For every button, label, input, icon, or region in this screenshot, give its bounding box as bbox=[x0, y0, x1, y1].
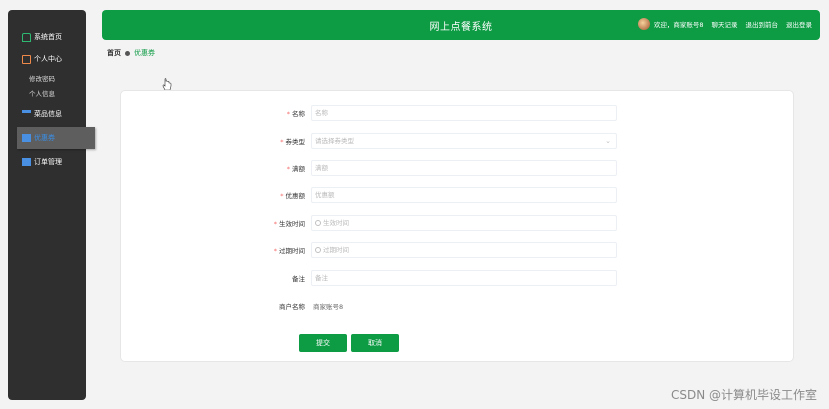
chat-records-link[interactable]: 聊天记录 bbox=[712, 19, 738, 29]
select-placeholder: 请选择券类型 bbox=[315, 137, 354, 145]
exit-to-front-link[interactable]: 退出到前台 bbox=[746, 19, 779, 29]
coupon-type-select[interactable]: 请选择券类型 ⌄ bbox=[311, 133, 617, 149]
clock-icon bbox=[315, 220, 321, 226]
clock-icon bbox=[315, 247, 321, 253]
sidebar-item-personal-center[interactable]: 个人中心 bbox=[8, 48, 86, 70]
form-row-discount: * 优惠额 优惠额 bbox=[121, 187, 793, 203]
sidebar: 系统首页 个人中心 修改密码 个人信息 菜品信息 优惠券 订单管理 bbox=[8, 10, 95, 400]
submit-button[interactable]: 提交 bbox=[299, 334, 347, 352]
form-label: 商户名称 bbox=[279, 303, 305, 311]
sidebar-subitem-personal-info[interactable]: 个人信息 bbox=[8, 85, 86, 100]
form-label: * 券类型 bbox=[280, 138, 305, 146]
form-label: * 优惠额 bbox=[280, 192, 305, 200]
grid-icon bbox=[22, 157, 31, 167]
form-label: 备注 bbox=[292, 275, 305, 283]
avatar bbox=[637, 18, 650, 30]
watermark: CSDN @计算机毕设工作室 bbox=[670, 388, 817, 402]
form-row-start-time: * 生效时间 生效时间 bbox=[121, 215, 793, 231]
grid-icon bbox=[22, 133, 31, 143]
sidebar-item-home[interactable]: 系统首页 bbox=[8, 26, 86, 48]
breadcrumb-separator-icon bbox=[125, 50, 130, 56]
breadcrumb-home[interactable]: 首页 bbox=[107, 48, 121, 58]
form-row-type: * 券类型 请选择券类型 ⌄ bbox=[121, 133, 793, 149]
top-header: 网上点餐系统 欢迎，商家账号8 聊天记录 退出到前台 退出登录 bbox=[102, 10, 820, 40]
sidebar-item-label: 菜品信息 bbox=[34, 110, 62, 118]
start-time-picker[interactable]: 生效时间 bbox=[311, 215, 617, 231]
breadcrumb: 首页 优惠券 bbox=[107, 48, 155, 58]
sidebar-item-dishes[interactable]: 菜品信息 bbox=[8, 103, 86, 125]
logout-link[interactable]: 退出登录 bbox=[786, 19, 812, 29]
sidebar-subitem-change-password[interactable]: 修改密码 bbox=[8, 70, 86, 85]
home-icon bbox=[22, 32, 31, 42]
form-row-threshold: * 满额 满额 bbox=[121, 160, 793, 176]
sidebar-item-label: 优惠券 bbox=[34, 134, 55, 142]
list-icon bbox=[22, 109, 31, 119]
chevron-down-icon: ⌄ bbox=[605, 137, 611, 145]
form-row-remark: 备注 备注 bbox=[121, 270, 793, 286]
threshold-input[interactable]: 满额 bbox=[311, 160, 617, 176]
form-label: * 过期时间 bbox=[273, 247, 305, 255]
sidebar-item-label: 系统首页 bbox=[34, 33, 62, 41]
discount-input[interactable]: 优惠额 bbox=[311, 187, 617, 203]
form-row-name: * 名称 名称 bbox=[121, 105, 793, 121]
form-label: * 生效时间 bbox=[273, 220, 305, 228]
remark-input[interactable]: 备注 bbox=[311, 270, 617, 286]
sidebar-item-orders[interactable]: 订单管理 bbox=[8, 151, 86, 173]
header-actions: 欢迎，商家账号8 聊天记录 退出到前台 退出登录 bbox=[637, 18, 812, 30]
cancel-button[interactable]: 取消 bbox=[351, 334, 399, 352]
sidebar-item-label: 订单管理 bbox=[34, 158, 62, 166]
breadcrumb-current: 优惠券 bbox=[134, 49, 155, 57]
welcome-text: 欢迎，商家账号8 bbox=[653, 21, 704, 29]
sidebar-item-label: 个人中心 bbox=[34, 55, 62, 63]
form-row-end-time: * 过期时间 过期时间 bbox=[121, 242, 793, 258]
coupon-form: * 名称 名称 * 券类型 请选择券类型 ⌄ * 满额 满额 * 优惠额 优惠额 * 生效… bbox=[120, 90, 794, 362]
form-label: * 满额 bbox=[286, 165, 305, 173]
end-time-picker[interactable]: 过期时间 bbox=[311, 242, 617, 258]
user-icon bbox=[22, 54, 31, 64]
name-input[interactable]: 名称 bbox=[311, 105, 617, 121]
merchant-name-value: 商家账号8 bbox=[313, 303, 344, 311]
form-label: * 名称 bbox=[286, 110, 305, 118]
sidebar-item-coupons[interactable]: 优惠券 bbox=[17, 127, 95, 149]
form-row-merchant: 商户名称 商家账号8 bbox=[121, 298, 793, 314]
